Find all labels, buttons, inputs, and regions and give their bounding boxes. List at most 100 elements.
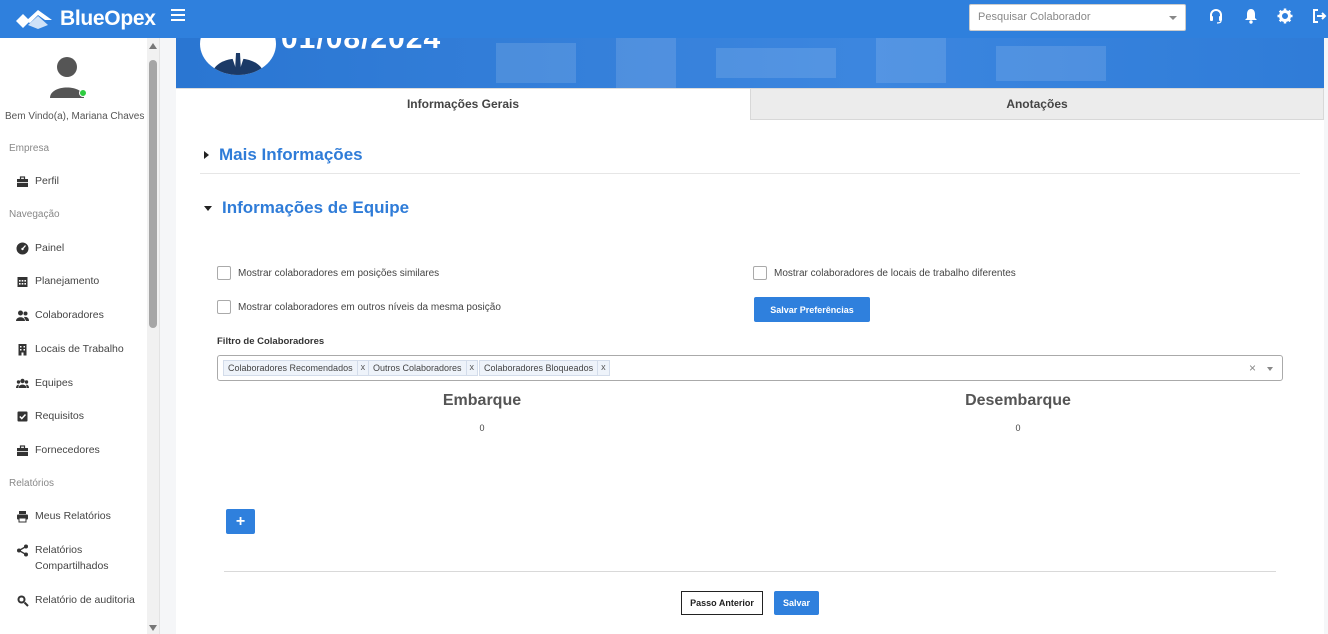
banner-texture: [496, 38, 1106, 88]
logo-icon: [16, 10, 52, 29]
printer-icon: [17, 511, 28, 523]
sidebar-item-label: Colaboradores: [35, 309, 104, 321]
remove-tag-icon[interactable]: x: [465, 361, 478, 375]
briefcase-icon: [17, 445, 28, 456]
sidebar-item-relatorio-de-auditoria[interactable]: Relatório de auditoria: [16, 592, 141, 608]
checkbox[interactable]: [217, 300, 231, 314]
filter-tag-label: Outros Colaboradores: [373, 363, 462, 373]
option-other-levels[interactable]: Mostrar colaboradores em outros níveis d…: [217, 300, 501, 314]
headset-icon[interactable]: [1208, 8, 1224, 24]
add-button[interactable]: +: [226, 509, 255, 534]
banner-date: 01/08/2024: [281, 38, 442, 55]
checkbox[interactable]: [753, 266, 767, 280]
menu-toggle-icon[interactable]: [171, 9, 185, 21]
clear-all-icon[interactable]: ×: [1249, 361, 1256, 375]
collaborator-search-select[interactable]: Pesquisar Colaborador: [969, 4, 1186, 31]
sidebar-scrollbar-thumb[interactable]: [149, 60, 157, 328]
search-placeholder: Pesquisar Colaborador: [978, 11, 1091, 23]
tab-informacoes-gerais[interactable]: Informações Gerais: [176, 88, 750, 120]
sidebar-item-requisitos[interactable]: Requisitos: [16, 408, 141, 424]
sidebar-item-label: Relatórios Compartilhados: [35, 544, 109, 572]
more-info-toggle[interactable]: Mais Informações: [204, 145, 363, 165]
calendar-icon: [17, 277, 28, 287]
sidebar-item-locais-de-trabalho[interactable]: Locais de Trabalho: [16, 341, 141, 357]
share-icon: [17, 544, 28, 557]
chevron-down-icon[interactable]: [1267, 367, 1273, 371]
sidebar-item-label: Meus Relatórios: [35, 510, 111, 522]
sidebar-item-planejamento[interactable]: Planejamento: [16, 273, 141, 289]
filter-tag: Colaboradores Recomendados x: [223, 360, 370, 376]
users-icon: [16, 310, 29, 321]
sidebar-item-label: Fornecedores: [35, 444, 100, 456]
footer-divider: [224, 571, 1276, 572]
app-logo[interactable]: BlueOpex: [14, 7, 164, 31]
sidebar-item-label: Perfil: [35, 175, 59, 187]
option-label: Mostrar colaboradores em posições simila…: [238, 267, 440, 279]
filter-tag: Outros Colaboradores x: [368, 360, 479, 376]
scroll-up-arrow-icon[interactable]: [149, 43, 157, 49]
save-button[interactable]: Salvar: [774, 591, 819, 615]
online-status-indicator: [79, 89, 87, 97]
option-label: Mostrar colaboradores em outros níveis d…: [238, 301, 501, 313]
sidebar-item-label: Requisitos: [35, 410, 85, 422]
embarque-count: 0: [479, 423, 485, 433]
sidebar-item-label: Planejamento: [35, 275, 100, 287]
save-preferences-button[interactable]: Salvar Preferências: [754, 297, 870, 322]
caret-right-icon: [204, 151, 209, 159]
desembarque-title: Desembarque: [965, 392, 1071, 409]
sidebar-item-fornecedores[interactable]: Fornecedores: [16, 442, 141, 458]
team-info-toggle[interactable]: Informações de Equipe: [204, 198, 409, 218]
sidebar-item-relatorios-compartilhados[interactable]: Relatórios Compartilhados: [16, 542, 141, 574]
collaborator-filter-multiselect[interactable]: Colaboradores Recomendados x Outros Cola…: [217, 355, 1283, 381]
top-navbar: BlueOpex Pesquisar Colaborador: [0, 0, 1328, 38]
section-label-empresa: Empresa: [9, 143, 50, 154]
briefcase-icon: [17, 176, 28, 187]
remove-tag-icon[interactable]: x: [597, 361, 609, 375]
bell-icon[interactable]: [1243, 8, 1259, 24]
option-label: Mostrar colaboradores de locais de traba…: [774, 267, 1016, 279]
remove-tag-icon[interactable]: x: [356, 361, 369, 375]
desembarque-count: 0: [1015, 423, 1021, 433]
section-title-more-info: Mais Informações: [219, 145, 363, 164]
sidebar-item-equipes[interactable]: Equipes: [16, 375, 141, 391]
search-doc-icon: [17, 595, 29, 607]
embarque-title: Embarque: [442, 392, 522, 409]
filter-tag: Colaboradores Bloqueados x: [479, 360, 610, 376]
tab-bar: Informações Gerais Anotações: [176, 88, 1324, 120]
gear-icon[interactable]: [1277, 8, 1293, 24]
team-icon: [16, 378, 29, 388]
sidebar-item-perfil[interactable]: Perfil: [16, 173, 141, 189]
building-icon: [18, 344, 27, 356]
sidebar-item-label: Locais de Trabalho: [35, 343, 124, 355]
checkbox-icon: [17, 411, 28, 422]
logout-icon[interactable]: [1311, 8, 1327, 24]
section-title-team-info: Informações de Equipe: [222, 198, 410, 217]
checkbox[interactable]: [217, 266, 231, 280]
main-content: Informações Gerais Anotações Mais Inform…: [176, 88, 1324, 634]
section-label-navegacao: Navegação: [9, 209, 60, 220]
welcome-text: Bem Vindo(a), Mariana Chaves: [5, 111, 145, 122]
app-name: BlueOpex: [60, 7, 156, 30]
profile-banner: 01/08/2024: [176, 38, 1324, 88]
previous-step-button[interactable]: Passo Anterior: [681, 591, 763, 615]
sidebar-item-label: Relatório de auditoria: [35, 594, 135, 606]
sidebar-item-label: Painel: [35, 242, 65, 254]
employee-avatar-icon: [212, 51, 264, 75]
option-different-locations[interactable]: Mostrar colaboradores de locais de traba…: [753, 266, 1016, 280]
chevron-down-icon: [1169, 16, 1177, 20]
sidebar-item-painel[interactable]: Painel: [16, 240, 141, 256]
filter-tag-label: Colaboradores Recomendados: [228, 363, 353, 373]
filter-tag-label: Colaboradores Bloqueados: [484, 363, 594, 373]
sidebar-item-colaboradores[interactable]: Colaboradores: [16, 307, 141, 323]
sidebar-item-label: Equipes: [35, 377, 73, 389]
sidebar-item-meus-relatorios[interactable]: Meus Relatórios: [16, 508, 141, 524]
scroll-down-arrow-icon[interactable]: [149, 625, 157, 631]
tab-anotacoes[interactable]: Anotações: [750, 88, 1324, 120]
dashboard-icon: [16, 242, 29, 255]
banner-avatar: [200, 38, 276, 75]
caret-down-icon: [204, 205, 212, 211]
divider: [200, 173, 1300, 174]
filter-label: Filtro de Colaboradores: [217, 336, 325, 347]
section-label-relatorios: Relatórios: [9, 478, 55, 489]
option-similar-positions[interactable]: Mostrar colaboradores em posições simila…: [217, 266, 439, 280]
